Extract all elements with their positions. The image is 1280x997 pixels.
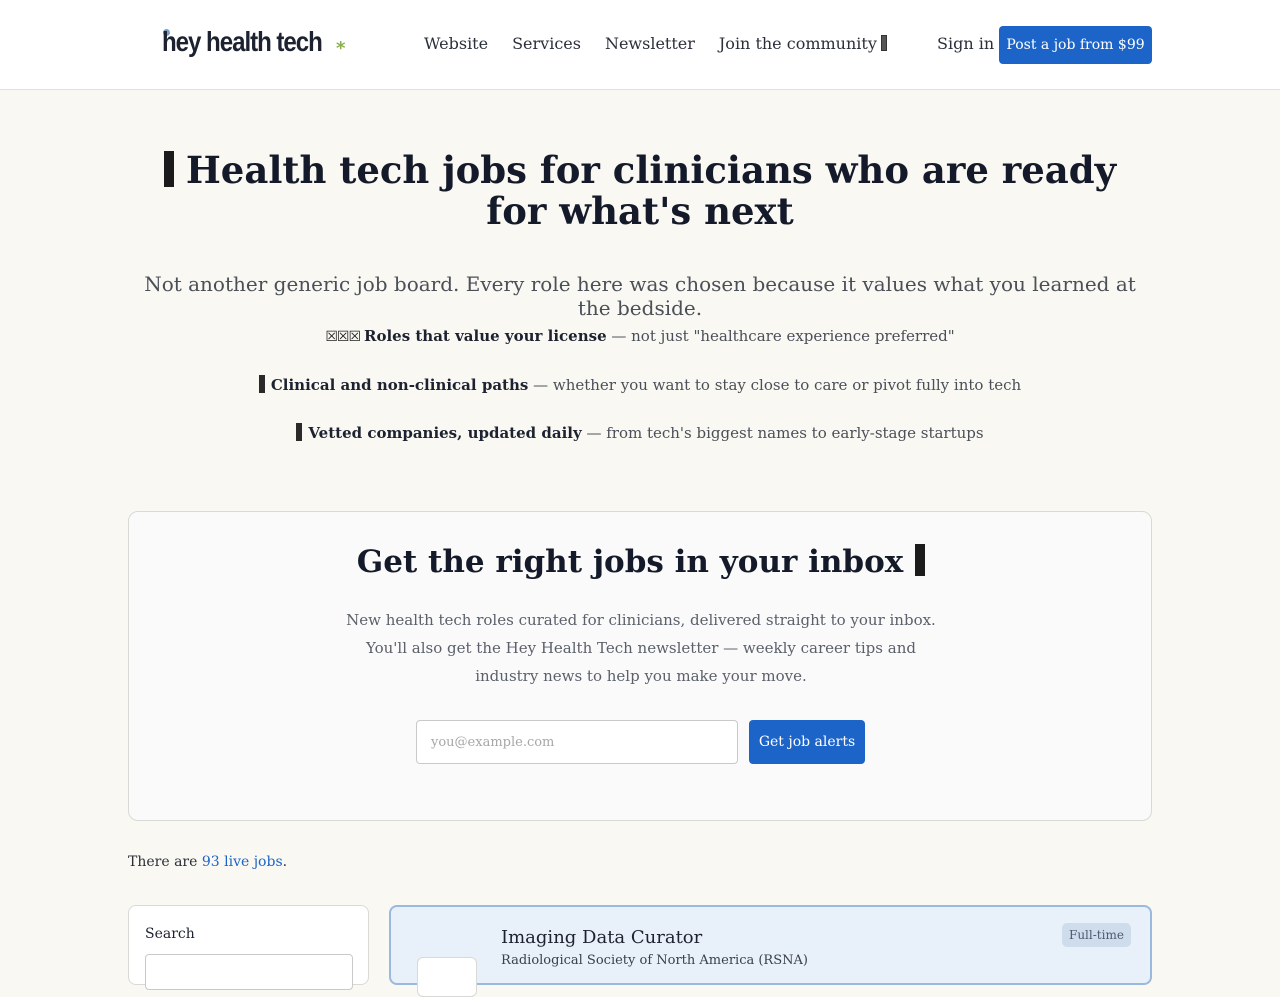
email-input[interactable] <box>416 720 738 764</box>
feature-license-strong: Roles that value your license <box>364 327 607 345</box>
hero-title-text: Health tech jobs for clinicians who are … <box>185 148 1117 233</box>
nav-join-community[interactable]: Join the community <box>719 34 887 53</box>
nav-join-community-label: Join the community <box>718 34 877 53</box>
post-job-button[interactable]: Post a job from $99 <box>999 26 1152 64</box>
get-job-alerts-button[interactable]: Get job alerts <box>749 720 865 764</box>
job-card[interactable]: Imaging Data Curator Radiological Societ… <box>389 905 1152 997</box>
vetted-icon <box>296 423 303 441</box>
live-jobs-link[interactable]: 93 live jobs <box>202 854 283 870</box>
hero-title: Health tech jobs for clinicians who are … <box>140 150 1140 232</box>
stethoscope-icon <box>163 151 174 187</box>
live-jobs-count: There are 93 live jobs. <box>128 854 287 870</box>
count-prefix: There are <box>128 854 202 870</box>
site-header: hey health tech * Website Services Newsl… <box>0 0 1280 90</box>
feature-vetted: Vetted companies, updated daily — from t… <box>140 423 1140 442</box>
feature-paths-rest: — whether you want to stay close to care… <box>528 376 1022 394</box>
nav-website[interactable]: Website <box>424 34 488 53</box>
license-icon: ☒☒☒ <box>325 329 361 345</box>
job-alerts-description: New health tech roles curated for clinic… <box>346 611 936 685</box>
job-alerts-card: Get the right jobs in your inbox New hea… <box>128 511 1152 821</box>
job-type-badge: Full-time <box>1062 923 1131 947</box>
nav-newsletter[interactable]: Newsletter <box>605 34 695 53</box>
site-logo[interactable]: hey health tech <box>162 26 323 62</box>
feature-vetted-strong: Vetted companies, updated daily <box>308 424 582 442</box>
job-company: Radiological Society of North America (R… <box>501 953 808 968</box>
job-title[interactable]: Imaging Data Curator <box>501 927 702 948</box>
search-input[interactable] <box>145 954 353 990</box>
main-nav: Website Services Newsletter Join the com… <box>424 34 887 53</box>
feature-license: ☒☒☒ Roles that value your license — not j… <box>140 327 1140 345</box>
feature-license-rest: — not just "healthcare experience prefer… <box>606 327 955 345</box>
logo-star-icon: * <box>336 38 346 59</box>
feature-paths: Clinical and non-clinical paths — whethe… <box>140 375 1140 394</box>
feature-vetted-rest: — from tech's biggest names to early-sta… <box>581 424 984 442</box>
inbox-icon <box>915 544 926 576</box>
sign-in-link[interactable]: Sign in <box>937 34 994 53</box>
community-icon <box>880 35 887 51</box>
job-alerts-title-text: Get the right jobs in your inbox <box>356 544 904 580</box>
job-alerts-title: Get the right jobs in your inbox <box>129 544 1153 580</box>
hero-subtitle: Not another generic job board. Every rol… <box>144 272 1136 320</box>
search-label: Search <box>145 926 195 942</box>
paths-icon <box>258 375 265 393</box>
feature-paths-strong: Clinical and non-clinical paths <box>270 376 529 394</box>
filter-sidebar: Search <box>128 905 369 990</box>
count-suffix: . <box>282 854 288 870</box>
nav-services[interactable]: Services <box>512 34 581 53</box>
company-logo <box>417 957 477 997</box>
